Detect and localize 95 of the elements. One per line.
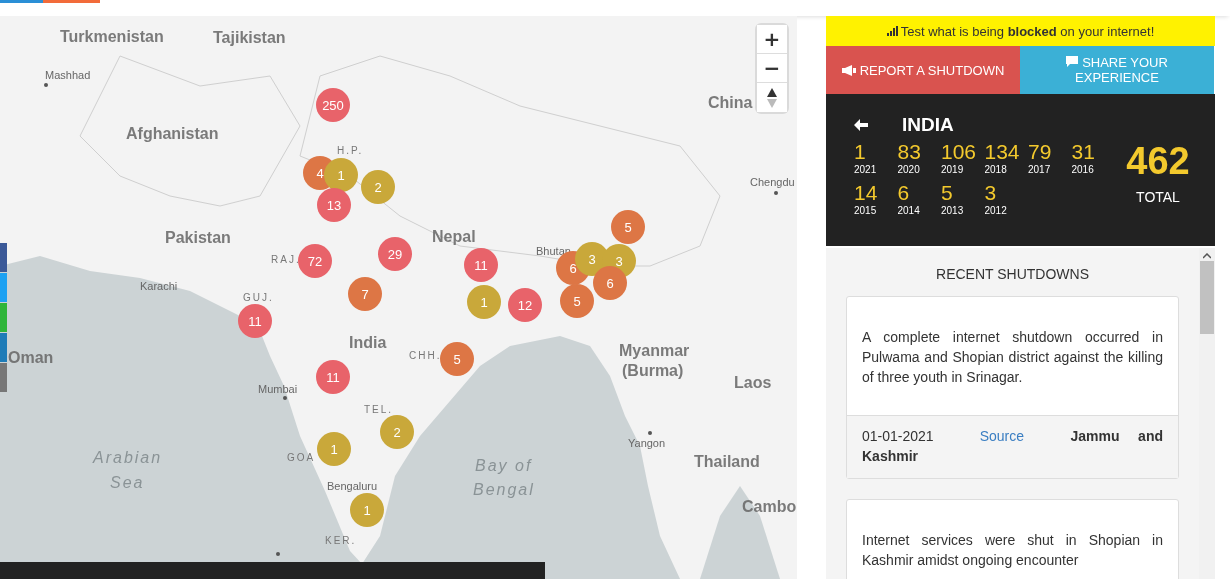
- compass-icon: [767, 87, 777, 108]
- year-label: 2012: [984, 205, 1008, 216]
- shutdown-marker[interactable]: 250: [316, 88, 350, 122]
- map-label: Turkmenistan: [60, 28, 164, 46]
- map-label: Tajikistan: [213, 29, 286, 47]
- map[interactable]: [0, 16, 797, 579]
- map-label: Thailand: [694, 453, 760, 471]
- share-button[interactable]: [0, 303, 7, 332]
- map-label: Chengdu: [750, 176, 795, 188]
- year-label: 2014: [897, 205, 921, 216]
- shutdown-marker[interactable]: 1: [350, 493, 384, 527]
- year-label: 2021: [854, 164, 878, 175]
- year-label: 2019: [941, 164, 965, 175]
- map-label: TEL.: [364, 404, 394, 415]
- shutdown-details: 01-01-2021 Source Jammu and Kashmir: [847, 415, 1178, 478]
- shutdown-marker[interactable]: 1: [317, 432, 351, 466]
- map-label: Laos: [734, 374, 772, 392]
- shutdown-marker[interactable]: 13: [317, 188, 351, 222]
- map-label: Yangon: [628, 437, 666, 449]
- megaphone-icon: [841, 64, 856, 76]
- source-link[interactable]: Source: [979, 428, 1024, 444]
- share-button[interactable]: [0, 273, 7, 302]
- speech-bubble-icon: [1066, 56, 1079, 67]
- year-count: 5: [941, 181, 954, 205]
- year-label: 2017: [1028, 164, 1052, 175]
- map-label: (Burma): [622, 362, 684, 380]
- shutdown-marker[interactable]: 12: [508, 288, 542, 322]
- total-count: 462: [1126, 139, 1190, 183]
- share-button[interactable]: [0, 363, 7, 392]
- map-label: Arabian: [93, 449, 163, 467]
- share-experience-button[interactable]: SHARE YOUR EXPERIENCE: [1020, 46, 1214, 94]
- scrollbar-thumb[interactable]: [1200, 261, 1214, 334]
- back-arrow-icon[interactable]: [854, 119, 868, 131]
- year-count: 6: [897, 181, 911, 205]
- year-label: 2016: [1071, 164, 1095, 175]
- map-label: India: [349, 334, 387, 352]
- map-label: RAJ.: [271, 254, 301, 265]
- map-label: Nepal: [432, 228, 476, 246]
- share-button[interactable]: [0, 243, 7, 272]
- map-label: Cambo: [742, 498, 797, 516]
- map-label: GOA: [287, 452, 316, 463]
- shutdown-marker[interactable]: 72: [298, 244, 332, 278]
- map-label: GUJ.: [243, 292, 274, 303]
- map-label: Afghanistan: [126, 125, 219, 143]
- country-name: INDIA: [902, 114, 954, 136]
- signal-icon: [886, 26, 898, 36]
- map-label: Sea: [110, 474, 145, 492]
- year-count: 14: [854, 181, 879, 205]
- map-label: H.P.: [337, 145, 364, 156]
- shutdown-marker[interactable]: 5: [560, 284, 594, 318]
- banner-text: Test what is being blocked on your internet!: [900, 23, 1155, 39]
- year-count: 79: [1028, 140, 1053, 164]
- shutdown-description: Internet services were shut in Shopian in Kashmir amidst ongoing encounter: [861, 531, 1164, 570]
- map-label: China: [708, 94, 753, 112]
- shutdown-description: A complete internet shutdown occurred in Pulwama and Shopian district against the killing of three youth in Srinagar.: [861, 328, 1164, 387]
- shutdown-marker[interactable]: 11: [238, 304, 272, 338]
- map-label: Myanmar: [619, 342, 690, 360]
- report-shutdown-button[interactable]: REPORT A SHUTDOWN: [826, 46, 1020, 94]
- map-label: Oman: [8, 349, 54, 367]
- shutdown-marker[interactable]: 6: [593, 266, 627, 300]
- map-label: Bengal: [473, 481, 535, 499]
- year-label: 2013: [941, 205, 965, 216]
- year-label: 2020: [897, 164, 921, 175]
- year-count: 134: [984, 140, 1021, 164]
- map-label: Mumbai: [258, 383, 298, 395]
- shutdown-marker[interactable]: 2: [380, 415, 414, 449]
- year-label: 2015: [854, 205, 878, 216]
- shutdown-marker[interactable]: 1: [467, 285, 501, 319]
- test-banner[interactable]: Test what is being blocked on your internet!: [826, 16, 1215, 46]
- shutdown-marker[interactable]: 5: [440, 342, 474, 376]
- shutdown-marker[interactable]: 1: [324, 158, 358, 192]
- shutdown-marker[interactable]: 29: [378, 237, 412, 271]
- section-title: RECENT SHUTDOWNS: [935, 265, 1090, 284]
- year-count: 3: [984, 181, 998, 205]
- map-label: Mashhad: [45, 69, 91, 81]
- map-label: Karachi: [140, 280, 178, 292]
- map-label: Pakistan: [165, 229, 231, 247]
- map-label: Bay of: [475, 457, 533, 475]
- scroll-up-icon[interactable]: [1203, 253, 1211, 259]
- year-label: 2018: [984, 164, 1008, 175]
- map-label: Bengaluru: [327, 480, 378, 492]
- shutdown-marker[interactable]: 11: [316, 360, 350, 394]
- year-count: 106: [941, 140, 978, 164]
- shutdown-marker[interactable]: 2: [361, 170, 395, 204]
- year-count: 83: [897, 140, 922, 164]
- share-button[interactable]: [0, 333, 7, 362]
- map-label: CHH.: [409, 350, 442, 361]
- total-label: TOTAL: [1136, 188, 1180, 205]
- shutdown-marker[interactable]: 7: [348, 277, 382, 311]
- zoom-in-button[interactable]: +: [757, 25, 787, 54]
- shutdown-marker[interactable]: 5: [611, 210, 645, 244]
- year-count: 1: [854, 140, 867, 164]
- year-count: 31: [1071, 140, 1096, 164]
- shutdown-marker[interactable]: 11: [464, 248, 498, 282]
- map-label: KER.: [325, 535, 357, 546]
